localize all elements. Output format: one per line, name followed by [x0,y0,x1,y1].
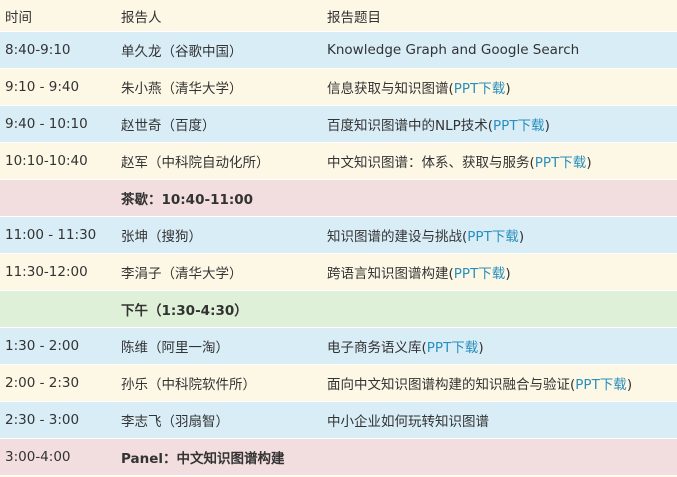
time-cell [0,290,116,328]
speaker-cell: 李志飞（羽扇智） [116,401,322,439]
panel-label: Panel：中文知识图谱构建 [116,438,322,476]
ppt-download-link[interactable]: PPT下载 [493,118,545,134]
time-cell: 3:00-4:00 [0,438,116,476]
speaker-cell: 单久龙（谷歌中国） [116,31,322,69]
speaker-cell: 孙乐（中科院软件所） [116,364,322,402]
title-text: 电子商务语义库( [327,340,427,356]
title-suffix: ) [505,81,511,97]
speaker-cell: 李涓子（清华大学） [116,253,322,291]
title-suffix: ) [544,118,550,134]
table-row: 9:40 - 10:10 赵世奇（百度） 百度知识图谱中的NLP技术(PPT下载… [0,105,677,143]
speaker-cell: 朱小燕（清华大学） [116,68,322,106]
title-cell: 面向中文知识图谱构建的知识融合与验证(PPT下载) [322,364,677,402]
title-text: 中文知识图谱：体系、获取与服务( [327,155,535,171]
break-label: 茶歇：10:40-11:00 [116,179,322,217]
title-cell [322,438,677,476]
header-speaker: 报告人 [116,0,322,32]
title-cell: 电子商务语义库(PPT下载) [322,327,677,365]
header-time: 时间 [0,0,116,32]
time-cell: 9:10 - 9:40 [0,68,116,106]
title-cell: 信息获取与知识图谱(PPT下载) [322,68,677,106]
title-text: 跨语言知识图谱构建( [327,266,454,282]
section-label: 下午（1:30-4:30） [116,290,322,328]
table-row: 2:30 - 3:00 李志飞（羽扇智） 中小企业如何玩转知识图谱 [0,401,677,439]
table-row: 8:40-9:10 单久龙（谷歌中国） Knowledge Graph and … [0,31,677,69]
header-row: 时间 报告人 报告题目 [0,0,677,32]
time-cell: 2:30 - 3:00 [0,401,116,439]
ppt-download-link[interactable]: PPT下载 [454,81,506,97]
break-row: 茶歇：10:40-11:00 [0,179,677,217]
title-cell: 百度知识图谱中的NLP技术(PPT下载) [322,105,677,143]
time-cell: 10:10-10:40 [0,142,116,180]
time-cell [0,179,116,217]
title-cell [322,179,677,217]
title-cell: 中文知识图谱：体系、获取与服务(PPT下载) [322,142,677,180]
time-cell: 1:30 - 2:00 [0,327,116,365]
title-cell: 中小企业如何玩转知识图谱 [322,401,677,439]
time-cell: 8:40-9:10 [0,31,116,69]
title-text: 面向中文知识图谱构建的知识融合与验证( [327,377,576,393]
table-row: 1:30 - 2:00 陈维（阿里一淘） 电子商务语义库(PPT下载) [0,327,677,365]
title-text: 知识图谱的建设与挑战( [327,229,468,245]
title-suffix: ) [586,155,592,171]
schedule-table: 时间 报告人 报告题目 8:40-9:10 单久龙（谷歌中国） Knowledg… [0,0,677,476]
table-row: 11:30-12:00 李涓子（清华大学） 跨语言知识图谱构建(PPT下载) [0,253,677,291]
speaker-cell: 赵军（中科院自动化所） [116,142,322,180]
time-cell: 9:40 - 10:10 [0,105,116,143]
time-cell: 11:00 - 11:30 [0,216,116,254]
ppt-download-link[interactable]: PPT下载 [454,266,506,282]
speaker-cell: 张坤（搜狗） [116,216,322,254]
title-text: 信息获取与知识图谱( [327,81,454,97]
title-suffix: ) [626,377,633,393]
panel-row: 3:00-4:00 Panel：中文知识图谱构建 [0,438,677,476]
time-cell: 11:30-12:00 [0,253,116,291]
title-cell: 知识图谱的建设与挑战(PPT下载) [322,216,677,254]
ppt-download-link[interactable]: PPT下载 [427,340,479,356]
ppt-download-link[interactable]: PPT下载 [575,377,627,393]
time-cell: 2:00 - 2:30 [0,364,116,402]
header-title: 报告题目 [322,0,677,32]
title-cell: Knowledge Graph and Google Search [322,31,677,69]
speaker-cell: 陈维（阿里一淘） [116,327,322,365]
title-suffix: ) [505,266,511,282]
title-cell [322,290,677,328]
speaker-cell: 赵世奇（百度） [116,105,322,143]
ppt-download-link[interactable]: PPT下载 [467,229,519,245]
title-text: 百度知识图谱中的NLP技术( [327,118,494,134]
title-suffix: ) [478,340,484,356]
table-row: 10:10-10:40 赵军（中科院自动化所） 中文知识图谱：体系、获取与服务(… [0,142,677,180]
table-row: 11:00 - 11:30 张坤（搜狗） 知识图谱的建设与挑战(PPT下载) [0,216,677,254]
table-row: 9:10 - 9:40 朱小燕（清华大学） 信息获取与知识图谱(PPT下载) [0,68,677,106]
section-row: 下午（1:30-4:30） [0,290,677,328]
title-cell: 跨语言知识图谱构建(PPT下载) [322,253,677,291]
ppt-download-link[interactable]: PPT下载 [535,155,587,171]
table-row: 2:00 - 2:30 孙乐（中科院软件所） 面向中文知识图谱构建的知识融合与验… [0,364,677,402]
title-suffix: ) [518,229,525,245]
